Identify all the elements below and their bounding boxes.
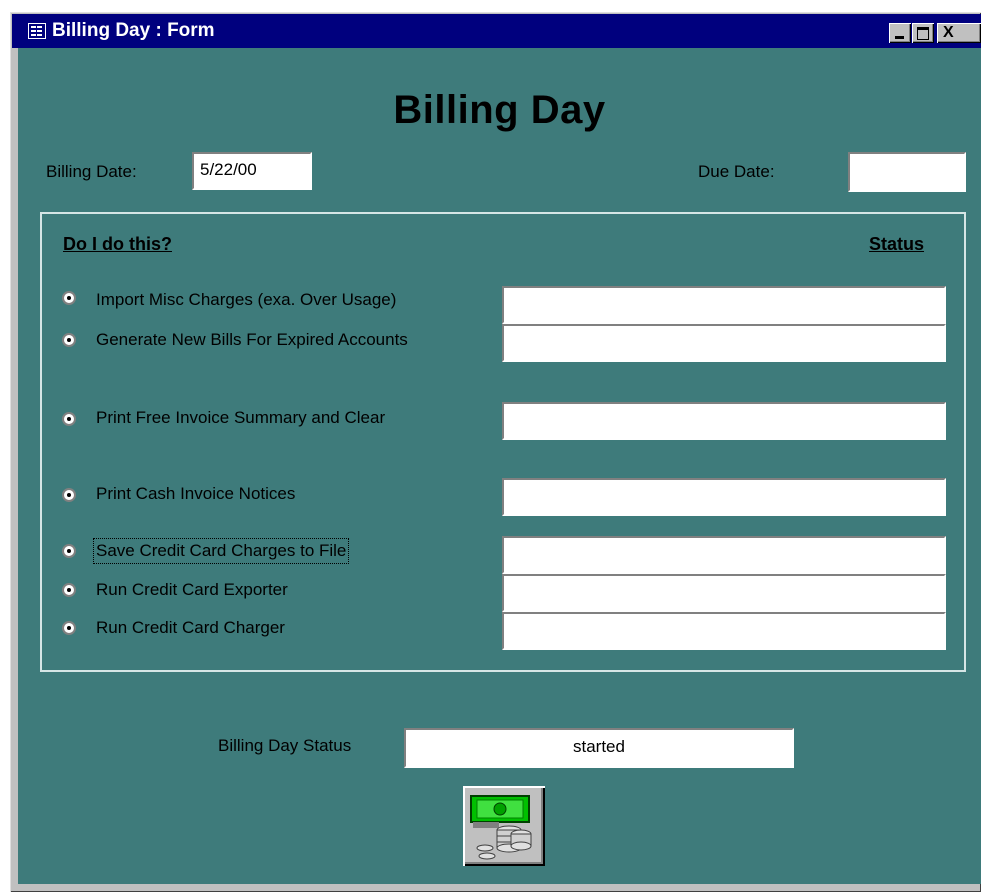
task-label-run-credit-card-exporter[interactable]: Run Credit Card Exporter [96, 580, 288, 600]
page-title: Billing Day [393, 88, 606, 132]
minimize-button[interactable] [889, 23, 911, 43]
task-radio-print-free-invoice-summary[interactable] [62, 412, 76, 426]
close-icon: X [943, 24, 954, 41]
task-label-print-free-invoice-summary[interactable]: Print Free Invoice Summary and Clear [96, 408, 385, 428]
minimize-icon [895, 36, 904, 39]
status-field-print-free-invoice-summary[interactable] [502, 402, 946, 440]
status-field-save-credit-card-charges[interactable] [502, 536, 946, 574]
billing-day-status-label: Billing Day Status [218, 736, 352, 755]
maximize-button[interactable] [912, 23, 934, 43]
task-radio-print-cash-invoice-notices[interactable] [62, 488, 76, 502]
due-date-field[interactable] [848, 152, 966, 192]
task-label-run-credit-card-charger[interactable]: Run Credit Card Charger [96, 618, 285, 638]
task-radio-import-misc-charges[interactable] [62, 291, 76, 305]
task-radio-run-credit-card-charger[interactable] [62, 621, 76, 635]
task-radio-generate-new-bills[interactable] [62, 333, 76, 347]
status-field-import-misc-charges[interactable] [502, 286, 946, 324]
title-bar[interactable]: Billing Day : Form X [12, 14, 981, 48]
status-field-generate-new-bills[interactable] [502, 324, 946, 362]
billing-day-status-field[interactable]: started [404, 728, 794, 768]
status-field-print-cash-invoice-notices[interactable] [502, 478, 946, 516]
status-field-run-credit-card-exporter[interactable] [502, 574, 946, 612]
task-column-header: Do I do this? [63, 234, 172, 254]
task-label-print-cash-invoice-notices[interactable]: Print Cash Invoice Notices [96, 484, 295, 504]
window-title: Billing Day : Form [52, 20, 215, 41]
task-label-import-misc-charges[interactable]: Import Misc Charges (exa. Over Usage) [96, 290, 396, 310]
billing-date-label: Billing Date: [46, 162, 137, 181]
form-body: Billing Day Billing Date: 5/22/00 Due Da… [18, 48, 981, 884]
task-label-save-credit-card-charges[interactable]: Save Credit Card Charges to File [92, 538, 350, 564]
close-button[interactable]: X [937, 23, 981, 43]
task-radio-save-credit-card-charges[interactable] [62, 544, 76, 558]
task-label-generate-new-bills[interactable]: Generate New Bills For Expired Accounts [96, 330, 408, 350]
maximize-icon [917, 27, 929, 40]
status-field-run-credit-card-charger[interactable] [502, 612, 946, 650]
money-coins-icon [470, 795, 532, 860]
status-column-header: Status [869, 234, 925, 254]
billing-date-field[interactable]: 5/22/00 [192, 152, 312, 190]
due-date-label: Due Date: [698, 162, 775, 181]
form-icon[interactable] [28, 23, 46, 39]
task-radio-run-credit-card-exporter[interactable] [62, 583, 76, 597]
run-billing-button[interactable] [463, 786, 545, 866]
